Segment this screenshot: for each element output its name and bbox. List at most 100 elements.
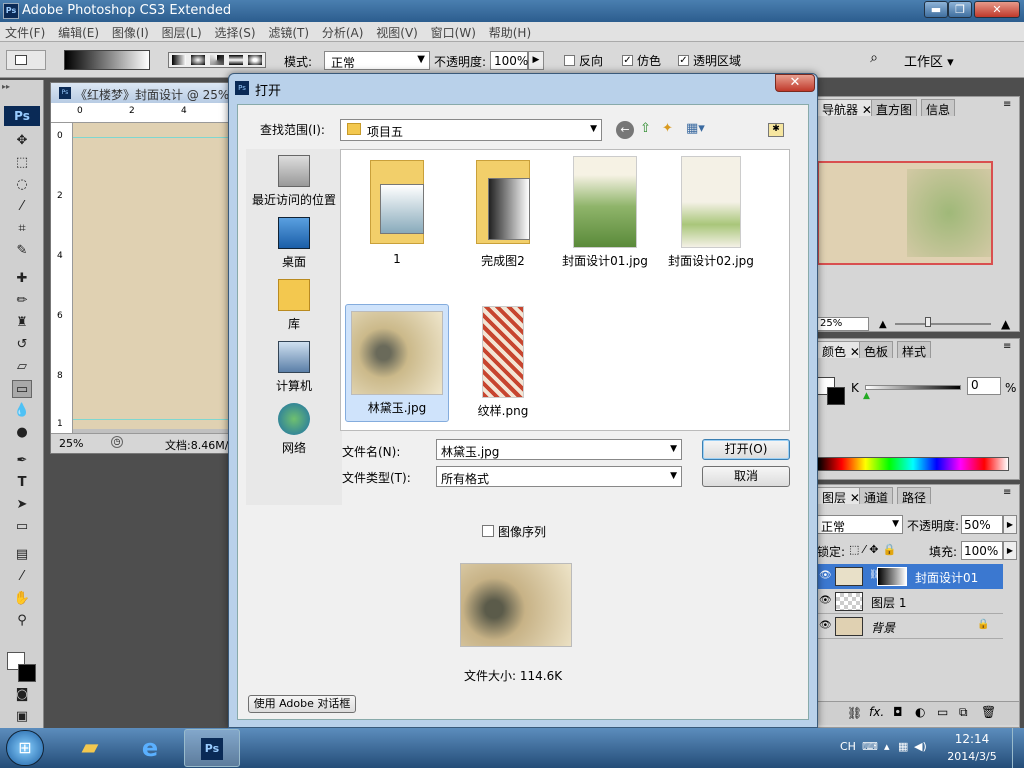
tab-channels[interactable]: 通道 xyxy=(859,487,894,505)
clock-date[interactable]: 2014/3/5 xyxy=(940,750,1004,763)
tool-preset-picker[interactable] xyxy=(6,50,46,70)
layer-name[interactable]: 图层 1 xyxy=(871,594,906,611)
layer-mask-thumbnail[interactable] xyxy=(877,567,907,586)
panel-menu-icon[interactable]: ≡ xyxy=(1003,99,1011,110)
place-library[interactable]: 库 xyxy=(246,279,342,332)
file-item[interactable]: 封面设计01.jpg xyxy=(553,156,657,269)
tray-arrow-icon[interactable]: ▴ xyxy=(884,740,890,753)
network-tray-icon[interactable]: ▦ xyxy=(898,740,908,753)
healing-brush-tool-icon[interactable]: ✚ xyxy=(12,270,32,288)
layer-name[interactable]: 背景 xyxy=(871,619,895,636)
k-slider[interactable] xyxy=(865,385,961,390)
screen-mode-icon[interactable]: ▣ xyxy=(12,708,32,726)
layer-opacity-input[interactable]: 50% xyxy=(961,515,1003,534)
place-desktop[interactable]: 桌面 xyxy=(246,217,342,270)
move-tool-icon[interactable]: ✥ xyxy=(12,132,32,150)
explorer-taskbar-icon[interactable]: ▰ xyxy=(68,730,112,766)
lookin-select[interactable]: 项目五 ▼ xyxy=(340,119,602,141)
angle-gradient-icon[interactable] xyxy=(210,55,224,65)
delete-layer-icon[interactable]: 🗑 xyxy=(981,705,996,719)
crop-tool-icon[interactable]: ⌗ xyxy=(12,220,32,238)
layer-row[interactable]: 👁 ⛓ 封面设计01 xyxy=(815,564,1003,589)
reflected-gradient-icon[interactable] xyxy=(229,55,243,65)
opacity-slider-button[interactable]: ▶ xyxy=(528,51,544,70)
brush-tool-icon[interactable]: ✏ xyxy=(12,292,32,310)
place-network[interactable]: 网络 xyxy=(246,403,342,456)
input-language[interactable]: CH xyxy=(840,740,856,753)
dither-checkbox[interactable]: ✓ xyxy=(622,55,633,66)
bridge-browse-icon[interactable]: ✱ xyxy=(768,123,784,137)
bridge-icon[interactable]: ⌕ xyxy=(862,50,886,70)
zoom-out-icon[interactable]: ▲ xyxy=(879,319,887,330)
eye-icon[interactable]: 👁 xyxy=(819,620,832,631)
layer-name[interactable]: 封面设计01 xyxy=(915,569,978,586)
slice-tool-icon[interactable]: ✎ xyxy=(12,242,32,260)
lock-icons[interactable]: ⬚⁄✥🔒 xyxy=(849,543,900,556)
tab-paths[interactable]: 路径 xyxy=(897,487,932,505)
navigator-preview[interactable] xyxy=(817,161,993,265)
tab-info[interactable]: 信息 xyxy=(921,99,956,117)
photoshop-taskbar-button[interactable]: Ps xyxy=(184,729,240,767)
use-adobe-dialog-button[interactable]: 使用 Adobe 对话框 xyxy=(248,695,356,713)
file-item[interactable]: 1 xyxy=(345,156,449,266)
layer-row[interactable]: 👁 图层 1 xyxy=(815,589,1003,614)
menu-layer[interactable]: 图层(L) xyxy=(157,22,206,41)
toolbox-collapse-icon[interactable]: ▸▸ xyxy=(2,82,42,91)
dodge-tool-icon[interactable]: ● xyxy=(12,424,32,442)
layer-style-icon[interactable]: fx. xyxy=(869,705,884,719)
k-value-input[interactable]: 0 xyxy=(967,377,1001,395)
eye-icon[interactable]: 👁 xyxy=(819,595,832,606)
document-title[interactable]: 《红楼梦》封面设计 @ 25% xyxy=(51,83,229,103)
pen-tool-icon[interactable]: ✒ xyxy=(12,452,32,470)
open-button[interactable]: 打开(O) xyxy=(702,439,790,460)
clone-stamp-tool-icon[interactable]: ♜ xyxy=(12,314,32,332)
file-item[interactable]: 封面设计02.jpg xyxy=(659,156,763,269)
filename-input[interactable]: 林黛玉.jpg ▼ xyxy=(436,439,682,460)
new-layer-icon[interactable]: ⧉ xyxy=(959,705,968,720)
reverse-checkbox[interactable] xyxy=(564,55,575,66)
file-item[interactable]: 纹样.png xyxy=(451,306,555,419)
tab-histogram[interactable]: 直方图 xyxy=(871,99,918,117)
back-icon[interactable]: ← xyxy=(616,121,634,139)
tab-layers[interactable]: 图层 ✕ xyxy=(817,487,865,505)
dialog-close-button[interactable]: ✕ xyxy=(775,74,815,92)
k-slider-thumb[interactable]: ▲ xyxy=(863,391,870,401)
menu-view[interactable]: 视图(V) xyxy=(371,22,422,41)
history-brush-tool-icon[interactable]: ↺ xyxy=(12,336,32,354)
zoom-slider[interactable] xyxy=(895,323,991,325)
view-menu-icon[interactable]: ▦▾ xyxy=(686,121,705,136)
maximize-button[interactable]: ❐ xyxy=(948,1,972,18)
linear-gradient-icon[interactable] xyxy=(172,55,186,65)
close-button[interactable]: ✕ xyxy=(974,1,1020,18)
menu-window[interactable]: 窗口(W) xyxy=(426,22,480,41)
link-layers-icon[interactable]: ⛓ xyxy=(847,706,862,720)
menu-select[interactable]: 选择(S) xyxy=(210,22,260,41)
diamond-gradient-icon[interactable] xyxy=(248,55,262,65)
tab-styles[interactable]: 样式 xyxy=(897,341,932,359)
type-tool-icon[interactable]: T xyxy=(12,474,32,492)
adjustment-layer-icon[interactable]: ◐ xyxy=(915,705,925,719)
image-sequence-checkbox[interactable] xyxy=(482,525,494,537)
eraser-tool-icon[interactable]: ▱ xyxy=(12,358,32,376)
gradient-picker[interactable] xyxy=(64,50,150,70)
file-item[interactable]: 完成图2 xyxy=(451,156,555,269)
eye-icon[interactable]: 👁 xyxy=(819,570,832,581)
workspace-menu[interactable]: 工作区 ▾ xyxy=(904,51,954,70)
fill-slider-button[interactable]: ▶ xyxy=(1003,541,1017,560)
radial-gradient-icon[interactable] xyxy=(191,55,205,65)
minimize-button[interactable]: ▬ xyxy=(924,1,948,18)
path-selection-tool-icon[interactable]: ➤ xyxy=(12,496,32,514)
place-recent[interactable]: 最近访问的位置 xyxy=(246,155,342,208)
eyedropper-tool-icon[interactable]: ⁄ xyxy=(12,568,32,586)
add-mask-icon[interactable]: ◘ xyxy=(893,705,903,719)
start-button[interactable]: ⊞ xyxy=(6,730,44,766)
new-folder-icon[interactable]: ✦ xyxy=(662,121,673,136)
clock-time[interactable]: 12:14 xyxy=(944,732,1000,746)
status-info-icon[interactable]: ◷ xyxy=(111,436,123,448)
color-fg-swatch[interactable] xyxy=(827,387,845,405)
hand-tool-icon[interactable]: ✋ xyxy=(12,590,32,608)
notes-tool-icon[interactable]: ▤ xyxy=(12,546,32,564)
fill-input[interactable]: 100% xyxy=(961,541,1003,560)
foreground-color-swatch[interactable] xyxy=(18,664,36,682)
transparency-checkbox[interactable]: ✓ xyxy=(678,55,689,66)
